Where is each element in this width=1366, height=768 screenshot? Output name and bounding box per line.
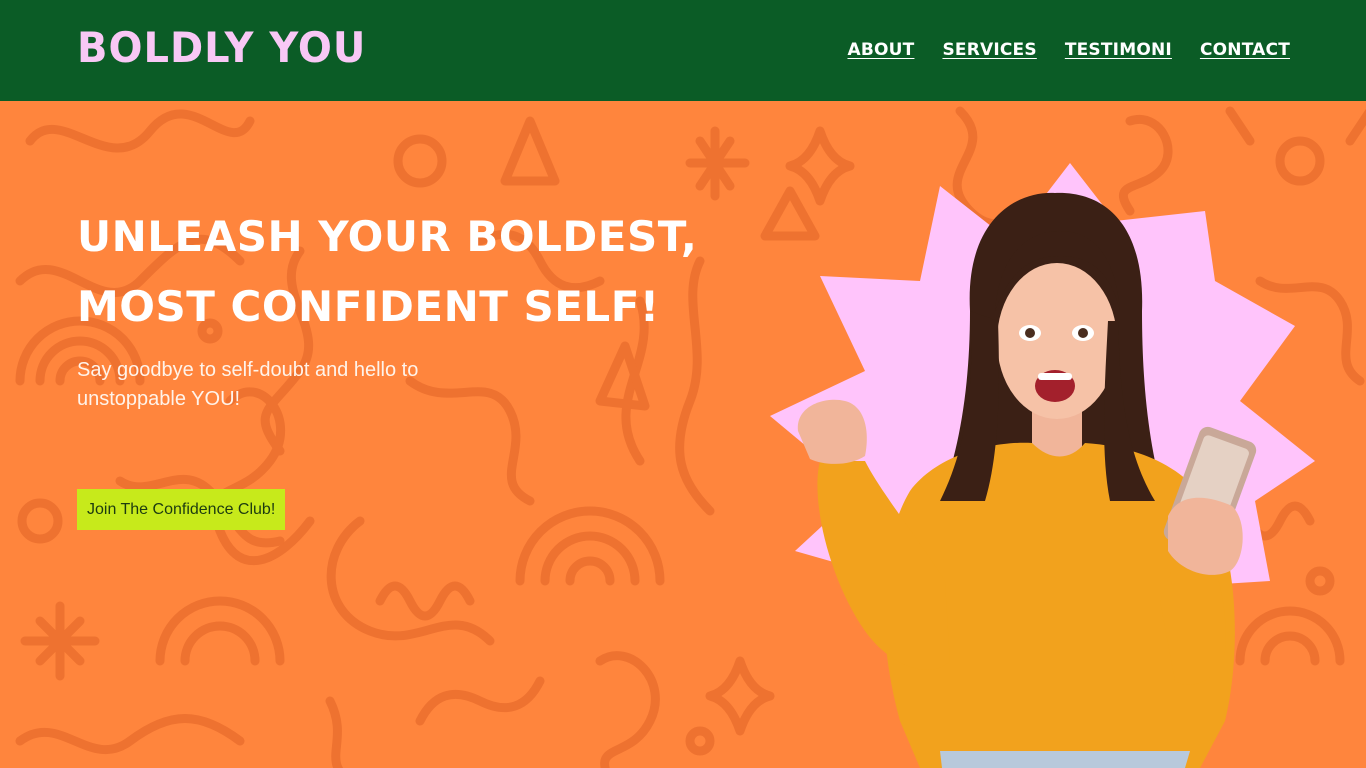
nav-about[interactable]: ABOUT: [847, 40, 914, 60]
logo[interactable]: BOLDLY YOU: [77, 24, 366, 72]
headline-line-2: MOST CONFIDENT SELF!: [77, 282, 660, 331]
hero-image: [770, 163, 1315, 768]
site-header: BOLDLY YOU ABOUT SERVICES TESTIMONI CONT…: [0, 0, 1366, 101]
jeans: [940, 751, 1190, 768]
hero-subhead: Say goodbye to self-doubt and hello to u…: [77, 359, 419, 410]
hero-section: UNLEASH YOUR BOLDEST, MOST CONFIDENT SEL…: [0, 101, 1366, 768]
nav-services[interactable]: SERVICES: [942, 40, 1036, 60]
fist: [797, 399, 867, 464]
nav-contact[interactable]: CONTACT: [1200, 40, 1290, 60]
join-club-button[interactable]: Join The Confidence Club!: [77, 489, 286, 530]
main-nav: ABOUT SERVICES TESTIMONI CONTACT: [847, 40, 1290, 60]
hero-headline: UNLEASH YOUR BOLDEST, MOST CONFIDENT SEL…: [77, 202, 777, 342]
headline-line-1: UNLEASH YOUR BOLDEST,: [77, 212, 698, 261]
nav-testimoni[interactable]: TESTIMONI: [1065, 40, 1172, 60]
hand: [1168, 497, 1243, 575]
